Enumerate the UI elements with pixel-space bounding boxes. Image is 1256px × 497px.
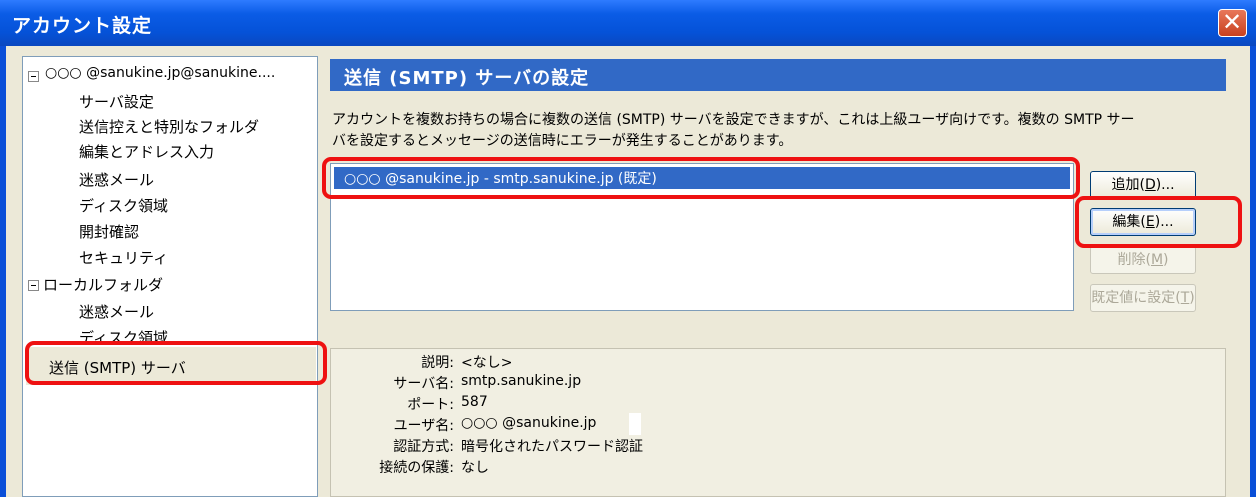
- panel-description: アカウントを複数お持ちの場合に複数の送信 (SMTP) サーバを設定できますが、…: [332, 110, 1232, 152]
- port-label: ポート:: [407, 397, 454, 413]
- connection-security-value: なし: [461, 460, 489, 476]
- user-name-label: ユーザ名:: [393, 418, 454, 434]
- tree-item-local-folders[interactable]: ローカルフォルダ: [43, 274, 163, 295]
- smtp-server-list[interactable]: ○○○ @sanukine.jp - smtp.sanukine.jp (既定): [330, 163, 1074, 311]
- close-button[interactable]: ✕: [1218, 8, 1247, 37]
- connection-security-label: 接続の保護:: [379, 460, 454, 476]
- add-button[interactable]: 追加(D)...: [1090, 171, 1196, 199]
- account-settings-window: アカウント設定 ✕ ○○○ @sanukine.jp@sanukine.... …: [0, 0, 1256, 497]
- list-item-label: ○○○ @sanukine.jp - smtp.sanukine.jp (既定): [344, 171, 657, 187]
- tree-item-return-receipts[interactable]: 開封確認: [79, 221, 139, 242]
- port-value: 587: [461, 394, 488, 410]
- title-bar[interactable]: アカウント設定 ✕: [0, 0, 1256, 46]
- panel-header: 送信 (SMTP) サーバの設定: [330, 59, 1226, 91]
- tree-item-account[interactable]: ○○○ @sanukine.jp@sanukine....: [45, 65, 275, 81]
- list-item[interactable]: ○○○ @sanukine.jp - smtp.sanukine.jp (既定): [334, 167, 1070, 189]
- set-default-button[interactable]: 既定値に設定(T): [1090, 284, 1196, 312]
- tree-item-composition[interactable]: 編集とアドレス入力: [79, 141, 214, 162]
- delete-button[interactable]: 削除(M): [1090, 246, 1196, 274]
- description-line: アカウントを複数お持ちの場合に複数の送信 (SMTP) サーバを設定できますが、…: [332, 112, 1135, 128]
- server-name-label: サーバ名:: [393, 376, 454, 392]
- description-line: バを設定するとメッセージの送信時にエラーが発生することがあります。: [332, 133, 793, 149]
- description-label: 説明:: [421, 355, 454, 371]
- collapse-toggle-icon[interactable]: [28, 280, 39, 291]
- account-tree[interactable]: ○○○ @sanukine.jp@sanukine.... サーバ設定 送信控え…: [22, 56, 318, 497]
- tree-item-junk[interactable]: 迷惑メール: [79, 169, 154, 190]
- panel-title: 送信 (SMTP) サーバの設定: [344, 68, 590, 89]
- edit-button[interactable]: 編集(E)...: [1090, 208, 1196, 236]
- tree-item-security[interactable]: セキュリティ: [79, 247, 168, 268]
- tree-item-copies-folders[interactable]: 送信控えと特別なフォルダ: [79, 116, 259, 137]
- redaction-block: [629, 413, 641, 435]
- close-icon: ✕: [1222, 8, 1243, 36]
- window-title: アカウント設定: [12, 15, 153, 37]
- tree-item-disk-space[interactable]: ディスク領域: [79, 195, 168, 216]
- tree-item-server-settings[interactable]: サーバ設定: [79, 91, 154, 112]
- smtp-settings-panel: 送信 (SMTP) サーバの設定 アカウントを複数お持ちの場合に複数の送信 (S…: [330, 56, 1230, 497]
- tree-item-local-junk[interactable]: 迷惑メール: [79, 301, 154, 322]
- tree-item-smtp-server[interactable]: 送信 (SMTP) サーバ: [49, 357, 186, 378]
- collapse-toggle-icon[interactable]: [28, 71, 39, 82]
- tree-item-local-disk-space[interactable]: ディスク領域: [79, 327, 168, 341]
- server-name-value: smtp.sanukine.jp: [461, 373, 582, 389]
- description-value: <なし>: [461, 355, 513, 371]
- user-name-value: ○○○ @sanukine.jp: [461, 415, 597, 431]
- server-details: 説明: <なし> サーバ名: smtp.sanukine.jp ポート: 587…: [330, 348, 1226, 497]
- auth-method-label: 認証方式:: [393, 439, 454, 455]
- auth-method-value: 暗号化されたパスワード認証: [461, 439, 643, 455]
